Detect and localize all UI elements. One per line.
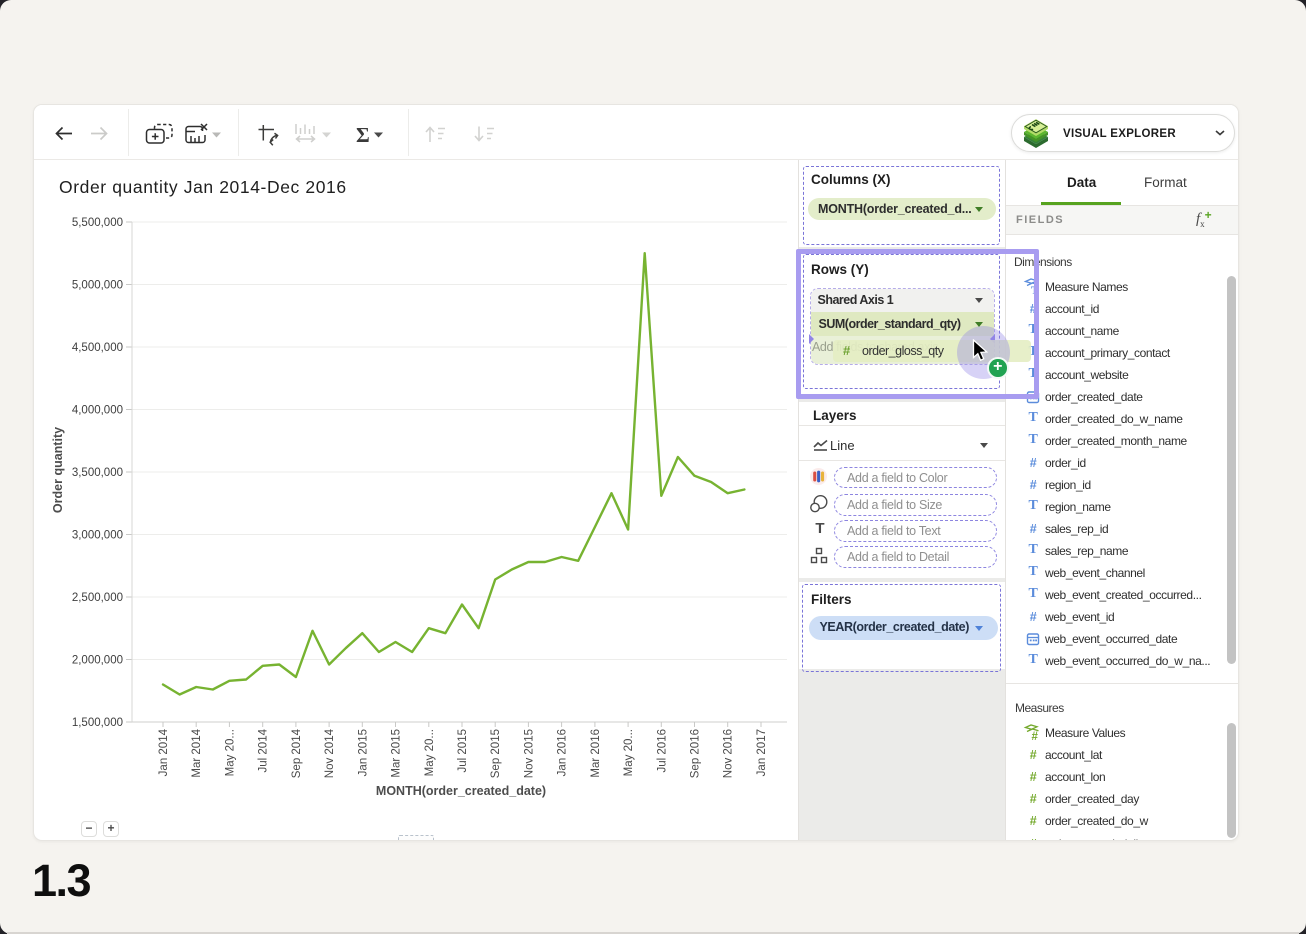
svg-text:Jul 2015: Jul 2015 (457, 729, 469, 772)
svg-text:Σ: Σ (356, 123, 370, 147)
svg-text:Jan 2016: Jan 2016 (557, 729, 569, 776)
svg-text:Jan 2017: Jan 2017 (756, 729, 768, 776)
svg-text:3,000,000: 3,000,000 (72, 530, 123, 542)
svg-text:May 20...: May 20... (623, 729, 635, 776)
svg-text:Nov 2014: Nov 2014 (324, 728, 336, 778)
svg-text:May 20...: May 20... (424, 729, 436, 776)
svg-text:Mar 2015: Mar 2015 (391, 729, 403, 778)
svg-text:4,500,000: 4,500,000 (72, 342, 123, 354)
svg-text:4,000,000: 4,000,000 (72, 405, 123, 417)
svg-text:2,000,000: 2,000,000 (72, 655, 123, 667)
svg-text:MONTH(order_created_date): MONTH(order_created_date) (376, 784, 546, 798)
svg-text:Sep 2015: Sep 2015 (490, 729, 502, 778)
svg-text:Sep 2016: Sep 2016 (690, 729, 702, 778)
svg-text:2,500,000: 2,500,000 (72, 592, 123, 604)
svg-text:Mar 2016: Mar 2016 (590, 729, 602, 778)
svg-text:Nov 2016: Nov 2016 (723, 729, 735, 778)
svg-text:5,500,000: 5,500,000 (72, 217, 123, 229)
svg-text:Mar 2014: Mar 2014 (191, 728, 203, 777)
svg-text:Jul 2016: Jul 2016 (656, 729, 668, 772)
svg-text:Sep 2014: Sep 2014 (291, 728, 303, 778)
svg-text:#: # (1032, 731, 1039, 743)
svg-text:Order quantity Jan 2014-Dec 20: Order quantity Jan 2014-Dec 2016 (59, 177, 347, 197)
svg-text:May 20...: May 20... (224, 729, 236, 776)
svg-text:5,000,000: 5,000,000 (72, 280, 123, 292)
svg-text:Jan 2015: Jan 2015 (357, 729, 369, 776)
svg-text:Order quantity: Order quantity (51, 427, 65, 513)
svg-text:Nov 2015: Nov 2015 (523, 729, 535, 778)
svg-text:Jul 2014: Jul 2014 (258, 728, 270, 772)
svg-text:1,500,000: 1,500,000 (72, 717, 123, 729)
svg-text:3,500,000: 3,500,000 (72, 467, 123, 479)
svg-text:Jan 2014: Jan 2014 (158, 728, 170, 776)
